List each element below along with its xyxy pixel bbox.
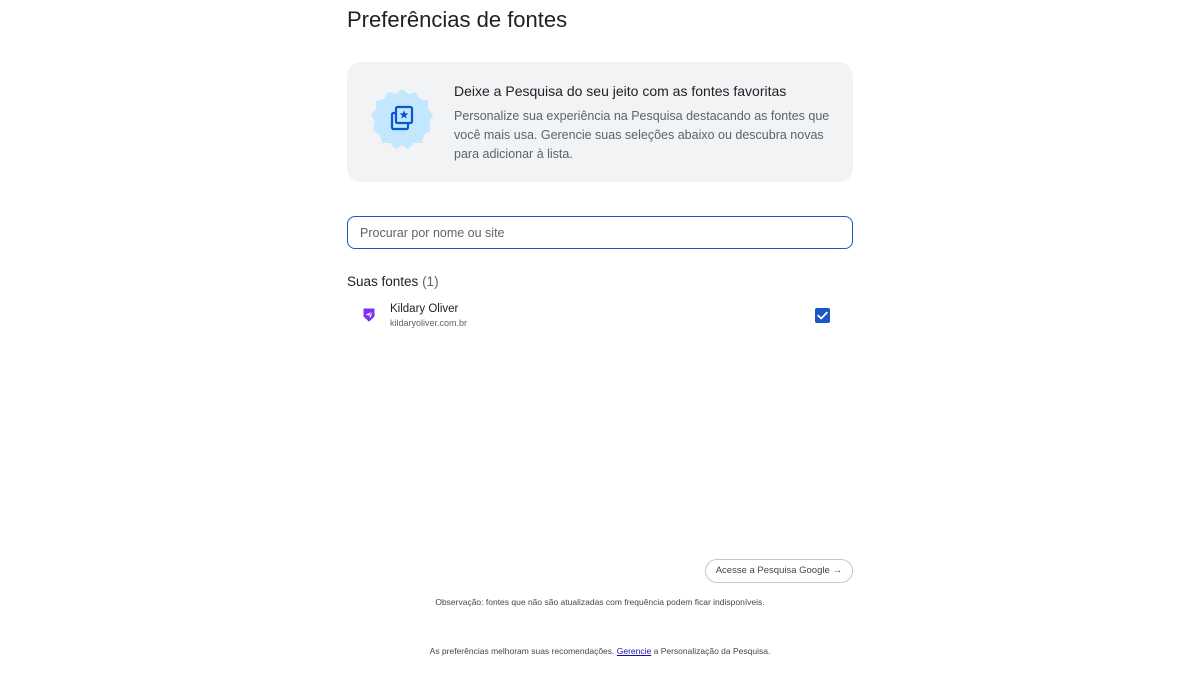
google-search-button-label: Acesse a Pesquisa Google: [715, 565, 830, 576]
info-card-heading: Deixe a Pesquisa do seu jeito com as fon…: [454, 83, 787, 99]
page-title: Preferências de fontes: [347, 7, 568, 32]
personalization-note-text: As preferências melhoram suas recomendaç…: [429, 646, 617, 656]
sources-count: (1): [422, 274, 439, 289]
info-card-body: Personalize sua experiência na Pesquisa …: [454, 109, 830, 161]
search-field[interactable]: [347, 216, 853, 249]
star-collection-icon: [371, 89, 433, 149]
personalization-note-suffix: a Personalização da Pesquisa.: [651, 646, 771, 656]
kildary-oliver-logo-icon: [363, 308, 375, 322]
info-card: Deixe a Pesquisa do seu jeito com as fon…: [347, 62, 853, 182]
source-site: kildaryoliver.com.br: [390, 318, 468, 328]
search-input[interactable]: [360, 217, 840, 248]
sources-section-title: Suas fontes (1): [347, 273, 853, 291]
source-checkbox[interactable]: [815, 308, 830, 323]
availability-note: Observação: fontes que não são atualizad…: [435, 597, 765, 607]
sources-section-label: Suas fontes: [347, 274, 419, 289]
info-card-text: Deixe a Pesquisa do seu jeito com as fon…: [454, 81, 834, 164]
arrow-right-icon: →: [832, 565, 843, 576]
google-search-button[interactable]: Acesse a Pesquisa Google →: [705, 559, 853, 583]
source-list-item[interactable]: Kildary Oliver kildaryoliver.com.br: [347, 300, 853, 332]
source-name: Kildary Oliver: [390, 303, 459, 315]
manage-personalization-link[interactable]: Gerencie: [617, 646, 652, 656]
personalization-note: As preferências melhoram suas recomendaç…: [0, 645, 1200, 657]
page: Preferências de fontes Deixe a Pesquisa …: [0, 0, 1200, 675]
checkmark-icon: [817, 311, 828, 320]
